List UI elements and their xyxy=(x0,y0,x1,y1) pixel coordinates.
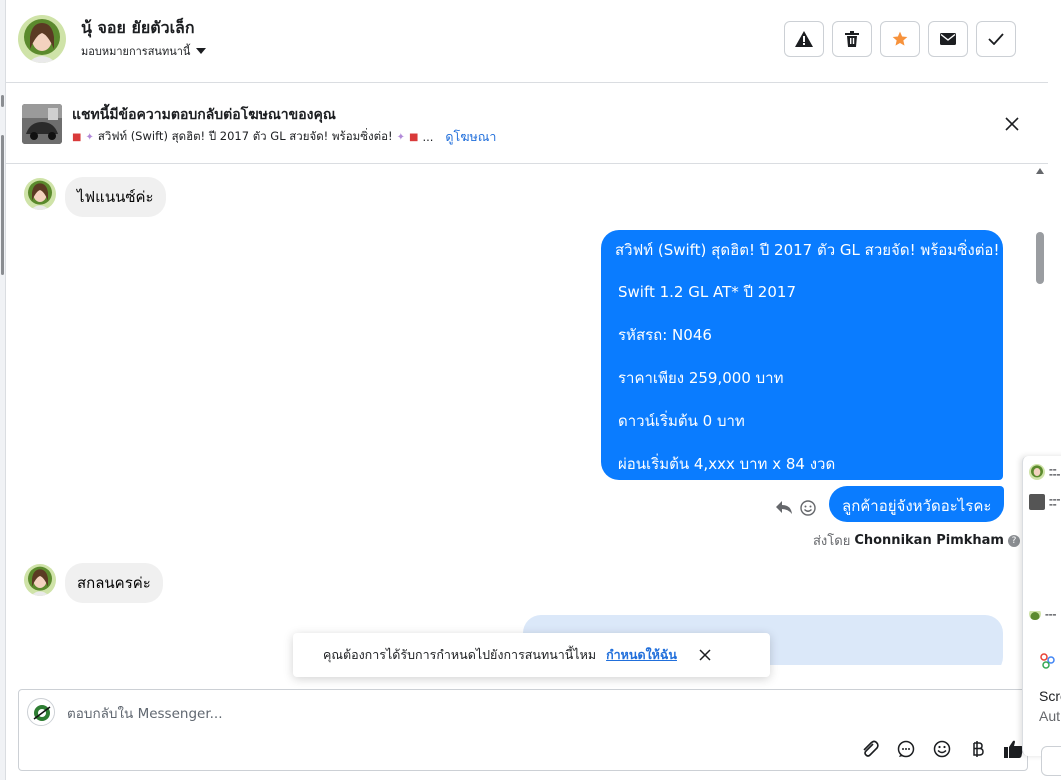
assign-label: มอบหมายการสนทนานี้ xyxy=(81,45,191,58)
header-actions xyxy=(784,21,1016,57)
close-banner-button[interactable] xyxy=(1000,112,1024,136)
view-ad-link[interactable]: ดูโฆษณา xyxy=(445,127,496,147)
trash-icon xyxy=(845,31,859,47)
ad-snippet-ellipsis: ... xyxy=(422,130,434,144)
scroll-up-arrow-icon[interactable] xyxy=(1036,168,1044,174)
mini-preview-text: ▬▬▬▬▬ xyxy=(1049,497,1061,507)
incoming-message[interactable]: สกลนครค่ะ xyxy=(65,563,163,603)
side-panel-partial: ▬▬▬▬▬ ▬▬▬▬▬ ▬▬▬ Scre Aut xyxy=(1022,456,1061,776)
star-icon xyxy=(892,31,908,46)
side-panel-button[interactable] xyxy=(1041,746,1061,776)
delete-button[interactable] xyxy=(832,21,872,57)
side-panel-title: Scre xyxy=(1039,688,1061,704)
saved-replies-button[interactable] xyxy=(895,738,917,760)
ad-message-line: ดาวน์เริ่มต้น 0 บาท xyxy=(618,412,745,430)
message-thread: ไฟแนนซ์ค่ะ สวิฟท์ (Swift) สุดฮิต! ปี 201… xyxy=(6,165,1046,665)
report-spam-button[interactable] xyxy=(784,21,824,57)
assign-dropdown[interactable]: มอบหมายการสนทนานี้ xyxy=(81,42,207,60)
sparkle-emoji-icon: ✦ xyxy=(85,131,94,143)
ad-message-line: ราคาเพียง 259,000 บาท xyxy=(618,369,784,387)
mini-avatar xyxy=(1029,464,1045,480)
close-toast-button[interactable] xyxy=(695,645,715,665)
baht-icon xyxy=(973,741,984,757)
contact-avatar-small[interactable] xyxy=(24,178,56,210)
ad-banner-title: แชทนี้มีข้อความตอบกลับต่อโฆษณาของคุณ xyxy=(72,107,336,123)
contact-name[interactable]: นุ้ จอย ยัยตัวเล็ก xyxy=(81,16,195,41)
side-list-item[interactable]: ▬▬▬ xyxy=(1029,608,1056,620)
payment-button[interactable] xyxy=(967,738,989,760)
side-list-item[interactable]: ▬▬▬▬▬ xyxy=(1029,464,1060,480)
ad-reply-banner: แชทนี้มีข้อความตอบกลับต่อโฆษณาของคุณ ■ ✦… xyxy=(6,84,1048,164)
sent-by-line: ส่งโดย Chonnikan Pimkham ? xyxy=(813,530,1020,551)
ad-snippet: ■ ✦ สวิฟท์ (Swift) สุดฮิต! ปี 2017 ตัว G… xyxy=(72,127,496,147)
assign-toast: คุณต้องการได้รับการกำหนดไปยังการสนทนานี้… xyxy=(293,633,770,677)
close-icon xyxy=(1005,117,1019,131)
scroll-thumb[interactable] xyxy=(1036,232,1044,284)
attach-button[interactable] xyxy=(859,738,881,760)
caret-down-icon xyxy=(196,48,207,54)
reply-composer xyxy=(18,689,1028,771)
emoji-icon xyxy=(933,740,951,758)
close-icon xyxy=(699,649,711,661)
chat-bubble-icon xyxy=(897,740,915,758)
car-emoji-icon: ■ xyxy=(408,131,419,143)
help-icon[interactable]: ? xyxy=(1007,534,1020,547)
ad-thumbnail[interactable] xyxy=(22,104,62,144)
react-emoji-icon[interactable] xyxy=(800,500,816,516)
mark-unread-button[interactable] xyxy=(928,21,968,57)
contact-avatar[interactable] xyxy=(18,15,66,63)
contact-avatar-small[interactable] xyxy=(24,564,56,596)
ad-message-line: สวิฟท์ (Swift) สุดฮิต! ปี 2017 ตัว GL สว… xyxy=(615,241,1000,259)
incoming-message[interactable]: ไฟแนนซ์ค่ะ xyxy=(65,177,166,217)
envelope-icon xyxy=(940,33,956,45)
edge-tick xyxy=(1,135,4,275)
assign-to-me-link[interactable]: กำหนดให้ฉัน xyxy=(606,645,677,665)
ad-message-line: ผ่อนเริ่มต้น 4,xxx บาท x 84 งวด xyxy=(618,455,836,473)
warning-icon xyxy=(795,31,813,47)
star-button[interactable] xyxy=(880,21,920,57)
outgoing-ad-message[interactable]: สวิฟท์ (Swift) สุดฮิต! ปี 2017 ตัว GL สว… xyxy=(601,230,1003,480)
mini-avatar xyxy=(1029,608,1041,620)
conversation-header: นุ้ จอย ยัยตัวเล็ก มอบหมายการสนทนานี้ xyxy=(6,0,1048,83)
ad-message-line: รหัสรถ: N046 xyxy=(618,326,712,344)
thumbs-up-icon xyxy=(1004,740,1024,758)
paperclip-icon xyxy=(863,740,879,757)
ad-message-line: Swift 1.2 GL AT* ปี 2017 xyxy=(618,283,796,301)
page-avatar xyxy=(27,698,55,726)
edge-tick xyxy=(1,95,4,107)
inbox-window: นุ้ จอย ยัยตัวเล็ก มอบหมายการสนทนานี้ แช… xyxy=(0,0,1061,780)
ad-snippet-text: สวิฟท์ (Swift) สุดฮิต! ปี 2017 ตัว GL สว… xyxy=(97,129,393,143)
assign-toast-text: คุณต้องการได้รับการกำหนดไปยังการสนทนานี้… xyxy=(323,647,597,662)
mini-preview-text: ▬▬▬▬▬ xyxy=(1049,467,1061,477)
composer-tools xyxy=(859,738,1025,760)
side-panel-subtitle: Aut xyxy=(1039,708,1061,724)
sent-by-name: Chonnikan Pimkham xyxy=(854,533,1004,548)
message-actions xyxy=(776,500,816,516)
app-logo-icon xyxy=(1040,653,1055,669)
sent-by-prefix: ส่งโดย xyxy=(813,534,851,549)
check-icon xyxy=(988,33,1004,45)
sparkle-emoji-icon: ✦ xyxy=(396,131,405,143)
side-list-item[interactable]: ▬▬▬▬▬ xyxy=(1029,494,1060,510)
reply-icon[interactable] xyxy=(776,501,792,515)
reply-input[interactable] xyxy=(67,704,667,724)
mini-preview-text: ▬▬▬ xyxy=(1045,611,1057,617)
emoji-button[interactable] xyxy=(931,738,953,760)
mark-done-button[interactable] xyxy=(976,21,1016,57)
mini-thumbnail xyxy=(1029,494,1045,510)
outgoing-message[interactable]: ลูกค้าอยู่จังหวัดอะไรคะ xyxy=(829,486,1005,522)
car-emoji-icon: ■ xyxy=(72,131,82,143)
